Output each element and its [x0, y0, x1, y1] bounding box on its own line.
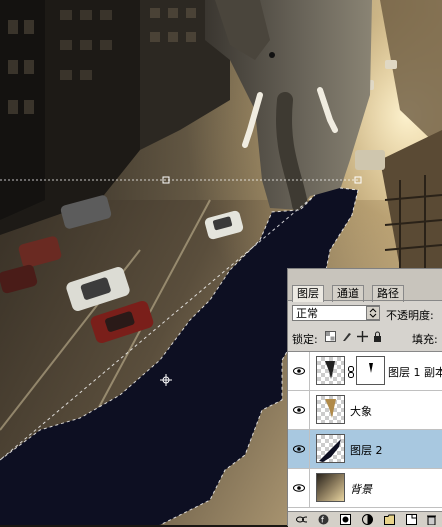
- layer-row-selected[interactable]: 图层 2: [288, 430, 442, 469]
- layer-name: 背景: [350, 483, 372, 496]
- visibility-toggle[interactable]: [288, 430, 310, 468]
- eye-icon[interactable]: [293, 406, 305, 414]
- link-chain-icon: [348, 366, 354, 378]
- opacity-label: 不透明度:: [386, 309, 434, 322]
- new-layer-icon[interactable]: [406, 514, 417, 525]
- layer-mask-thumbnail[interactable]: [356, 356, 385, 385]
- lock-row: 锁定: 填充:: [288, 326, 442, 348]
- layers-list: 图层 1 副本 大象 图层 2 背景: [288, 351, 442, 512]
- fill-label: 填充:: [412, 333, 438, 346]
- visibility-toggle[interactable]: [288, 391, 310, 429]
- layer-thumbnail: [316, 356, 345, 385]
- delete-layer-icon[interactable]: [426, 514, 437, 525]
- elephant-thumb-icon: [325, 399, 336, 418]
- elephant-thumb-icon: [325, 361, 335, 379]
- layer-name: 图层 1 副本: [388, 366, 442, 379]
- visibility-toggle[interactable]: [288, 352, 310, 390]
- mask-shape-icon: [369, 363, 373, 373]
- visibility-toggle[interactable]: [288, 469, 310, 507]
- eye-icon[interactable]: [293, 445, 305, 453]
- eye-icon[interactable]: [293, 484, 305, 492]
- blend-row: 正常 ▾ 不透明度:: [288, 302, 442, 324]
- layer-style-icon[interactable]: f: [318, 514, 329, 525]
- svg-text:f: f: [321, 516, 324, 525]
- layer-row[interactable]: 图层 1 副本: [288, 352, 442, 391]
- blend-mode-value: 正常: [296, 307, 318, 320]
- layer-thumbnail: [316, 473, 345, 502]
- adjustment-layer-icon[interactable]: [362, 514, 373, 525]
- lock-transparency-icon[interactable]: [325, 331, 336, 342]
- lock-label: 锁定:: [292, 333, 318, 346]
- eye-icon[interactable]: [293, 367, 305, 375]
- tab-layers[interactable]: 图层: [292, 285, 324, 302]
- new-group-icon[interactable]: [384, 514, 395, 525]
- layer-thumbnail: [316, 434, 345, 463]
- layer-row[interactable]: 背景: [288, 469, 442, 508]
- shadow-thumb-icon: [319, 439, 341, 462]
- layer-name: 大象: [350, 405, 372, 418]
- link-layers-icon[interactable]: [296, 514, 307, 525]
- blend-mode-arrows-icon[interactable]: [366, 306, 380, 320]
- lock-brush-icon[interactable]: [341, 331, 352, 342]
- lock-all-icon[interactable]: [372, 331, 383, 342]
- left-building-front: [0, 0, 45, 220]
- lock-move-icon[interactable]: [357, 331, 368, 342]
- layer-thumbnail: [316, 395, 345, 424]
- panel-tab-bar: 图层 通道 路径: [288, 269, 442, 302]
- layer-name: 图层 2: [350, 444, 383, 457]
- add-mask-icon[interactable]: [340, 514, 351, 525]
- layers-panel: 图层 通道 路径 正常 ▾ 不透明度: 锁定: 填充:: [287, 268, 442, 527]
- layer-row[interactable]: 大象: [288, 391, 442, 430]
